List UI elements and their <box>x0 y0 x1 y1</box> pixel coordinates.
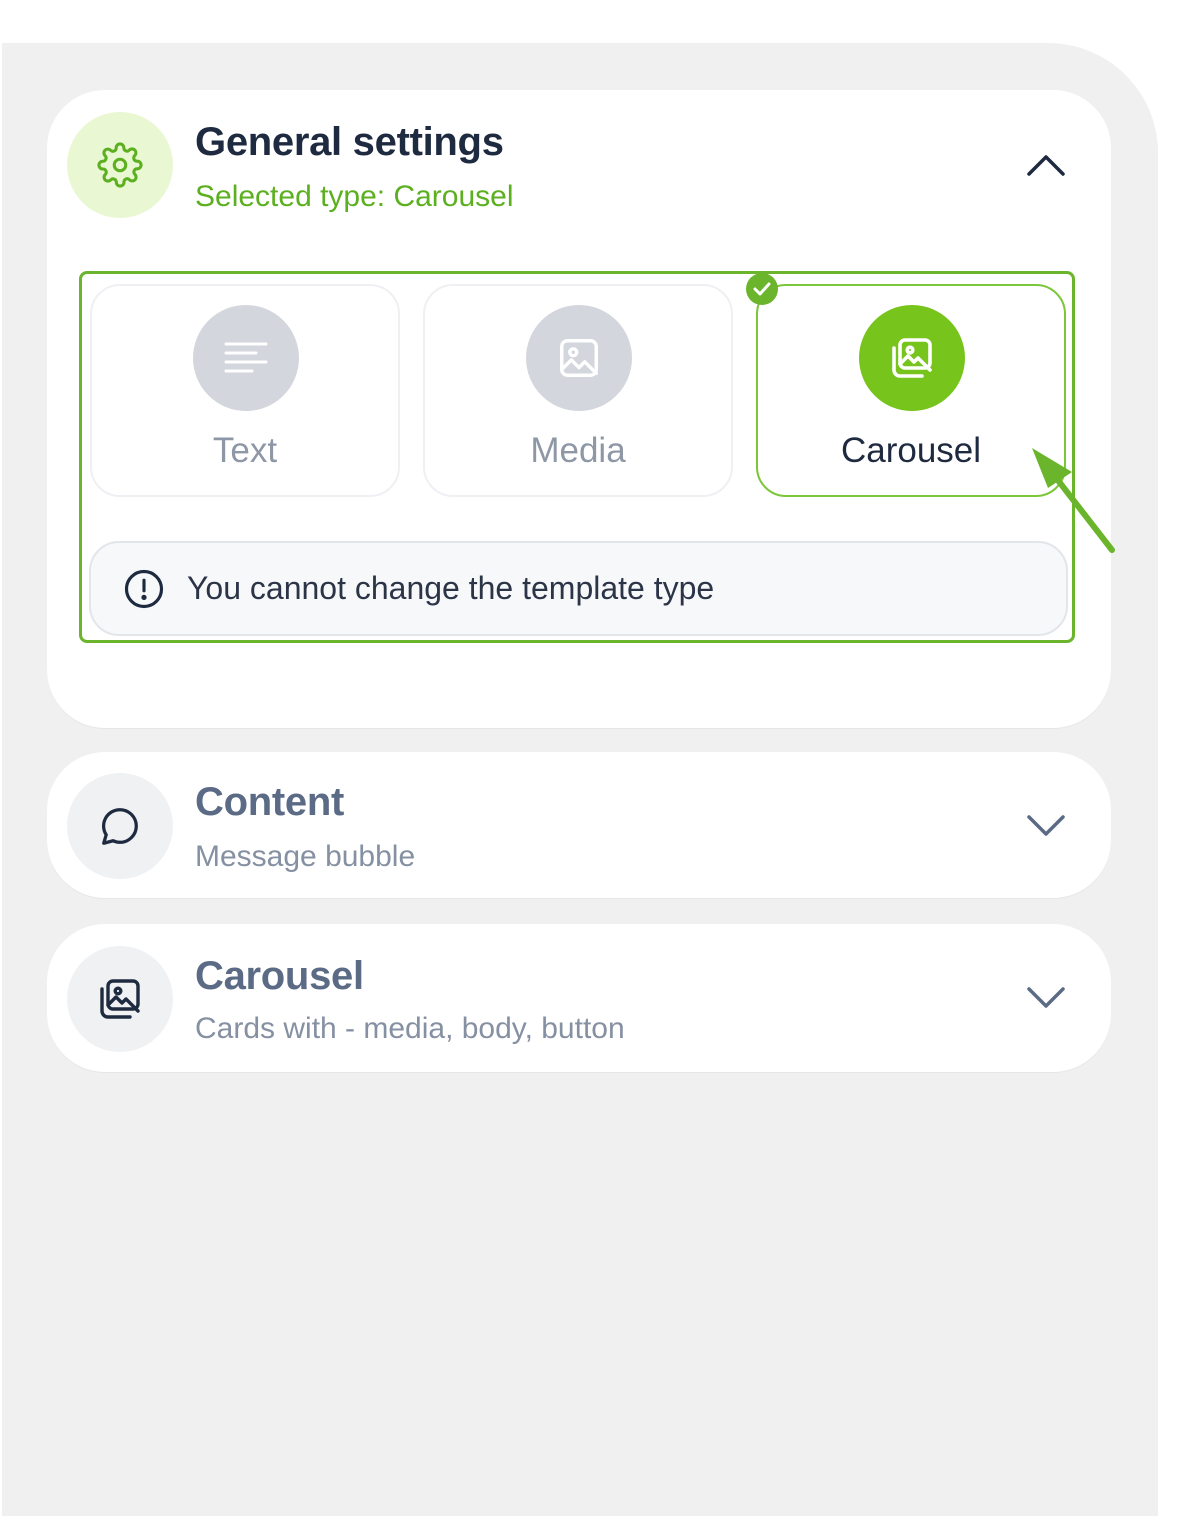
carousel-title: Carousel <box>195 954 364 998</box>
type-option-label: Carousel <box>840 431 982 470</box>
notice-text: You cannot change the template type <box>187 570 715 606</box>
chevron-up-icon[interactable] <box>1025 144 1067 186</box>
chevron-down-icon[interactable] <box>1025 804 1067 846</box>
carousel-section-card[interactable]: Carousel Cards with - media, body, butto… <box>47 924 1111 1072</box>
text-lines-icon <box>193 305 299 411</box>
type-option-label: Media <box>530 431 626 470</box>
template-type-notice: You cannot change the template type <box>89 541 1068 636</box>
type-option-text[interactable]: Text <box>90 284 400 497</box>
pointer-arrow-icon <box>1032 448 1115 553</box>
gallery-icon <box>859 305 965 411</box>
type-option-label: Text <box>212 431 278 470</box>
info-circle-icon <box>124 569 164 609</box>
selected-check-icon <box>746 273 778 305</box>
chevron-down-icon[interactable] <box>1025 976 1067 1018</box>
image-icon <box>526 305 632 411</box>
general-settings-title: General settings <box>195 120 504 164</box>
selected-type-subtitle: Selected type: Carousel <box>195 180 514 213</box>
gallery-icon <box>67 946 173 1052</box>
content-title: Content <box>195 780 344 824</box>
content-subtitle: Message bubble <box>195 840 416 873</box>
content-section-card[interactable]: Content Message bubble <box>47 752 1111 898</box>
carousel-subtitle: Cards with - media, body, button <box>195 1012 625 1045</box>
chat-bubble-icon <box>67 773 173 879</box>
gear-icon <box>67 112 173 218</box>
type-option-media[interactable]: Media <box>423 284 733 497</box>
